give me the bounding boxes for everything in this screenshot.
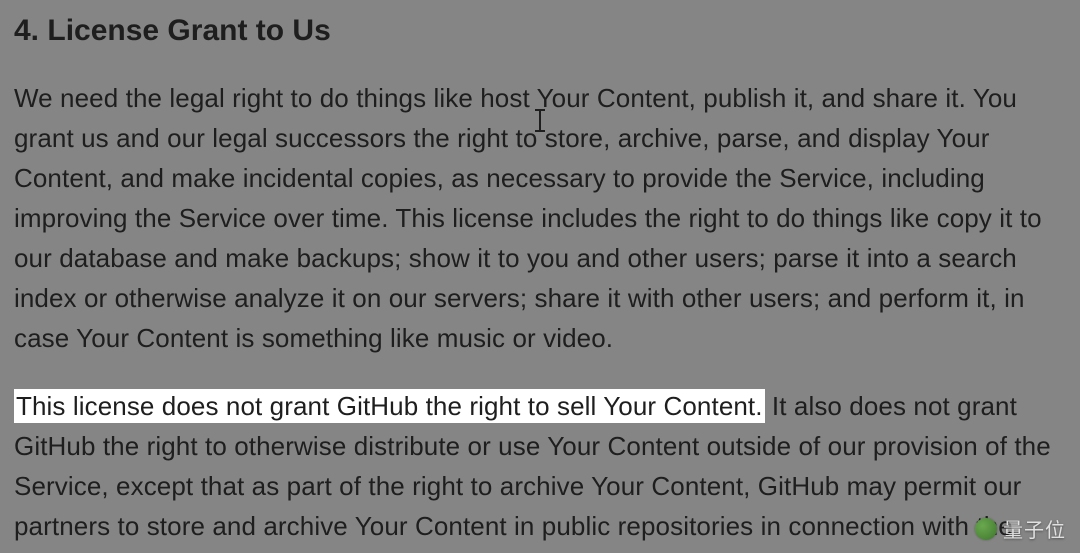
wechat-icon — [975, 518, 997, 540]
paragraph-2: This license does not grant GitHub the r… — [14, 386, 1066, 553]
watermark-label: 量子位 — [1003, 514, 1066, 543]
section-heading: 4. License Grant to Us — [14, 12, 1066, 50]
document-page: 4. License Grant to Us We need the legal… — [0, 0, 1080, 553]
watermark: 量子位 — [975, 514, 1066, 543]
section-title: License Grant to Us — [47, 14, 330, 47]
highlighted-sentence: This license does not grant GitHub the r… — [14, 389, 765, 423]
section-number: 4. — [14, 14, 39, 47]
paragraph-1: We need the legal right to do things lik… — [14, 78, 1066, 358]
